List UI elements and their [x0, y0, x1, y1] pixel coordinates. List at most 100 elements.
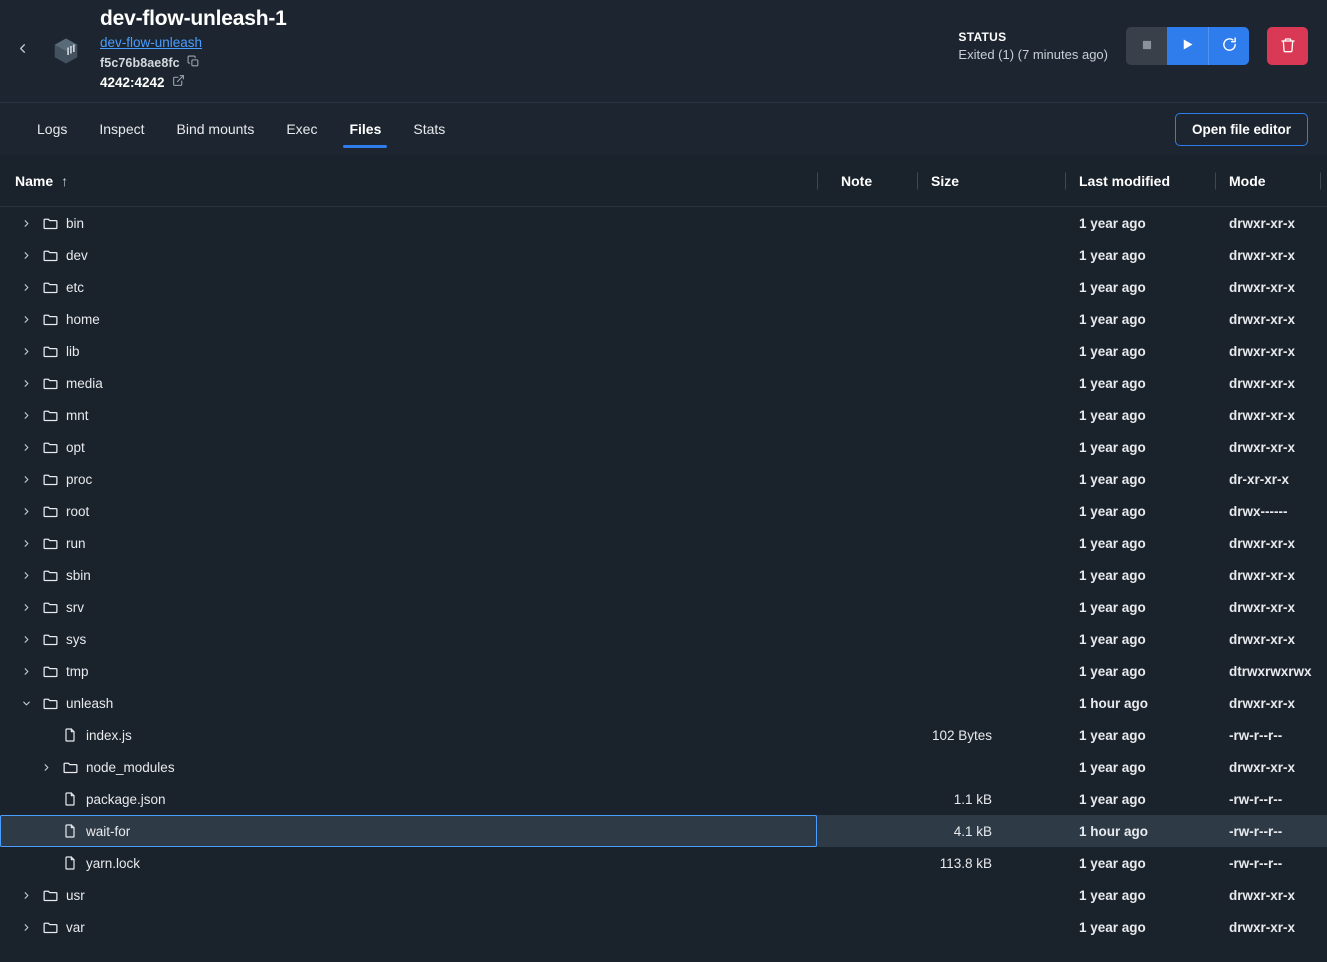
column-header-size[interactable]: Size — [917, 155, 1065, 207]
table-row[interactable]: var 1 year ago drwxr-xr-x — [0, 911, 1327, 943]
table-row[interactable]: home 1 year ago drwxr-xr-x — [0, 303, 1327, 335]
column-header-last-modified[interactable]: Last modified — [1065, 155, 1215, 207]
cell-name[interactable]: yarn.lock — [0, 847, 817, 879]
table-row[interactable]: srv 1 year ago drwxr-xr-x — [0, 591, 1327, 623]
column-header-mode[interactable]: Mode — [1215, 155, 1320, 207]
name-inner: home — [4, 303, 100, 335]
cell-name[interactable]: index.js — [0, 719, 817, 751]
chevron-right-icon[interactable] — [15, 474, 37, 485]
table-row[interactable]: index.js 102 Bytes 1 year ago -rw-r--r-- — [0, 719, 1327, 751]
open-file-editor-button[interactable]: Open file editor — [1174, 112, 1308, 146]
table-row[interactable]: mnt 1 year ago drwxr-xr-x — [0, 399, 1327, 431]
chevron-right-icon[interactable] — [15, 346, 37, 357]
chevron-right-icon[interactable] — [15, 282, 37, 293]
table-row[interactable]: run 1 year ago drwxr-xr-x — [0, 527, 1327, 559]
table-row[interactable]: etc 1 year ago drwxr-xr-x — [0, 271, 1327, 303]
cell-name[interactable]: node_modules — [0, 751, 817, 783]
tab-files[interactable]: Files — [333, 103, 397, 155]
table-row[interactable]: sys 1 year ago drwxr-xr-x — [0, 623, 1327, 655]
chevron-right-icon[interactable] — [15, 602, 37, 613]
column-header-name[interactable]: Name ↑ — [0, 155, 817, 207]
tab-bind-mounts[interactable]: Bind mounts — [161, 103, 271, 155]
copy-id-button[interactable] — [187, 55, 200, 71]
chevron-right-icon[interactable] — [15, 442, 37, 453]
cell-last-modified: 1 year ago — [1079, 663, 1146, 679]
table-row[interactable]: dev 1 year ago drwxr-xr-x — [0, 239, 1327, 271]
table-row[interactable]: wait-for 4.1 kB 1 hour ago -rw-r--r-- — [0, 815, 1327, 847]
cell-name[interactable]: srv — [0, 591, 817, 623]
cell-name[interactable]: opt — [0, 431, 817, 463]
open-port-button[interactable] — [172, 74, 185, 90]
back-button[interactable] — [0, 0, 44, 102]
table-row[interactable]: bin 1 year ago drwxr-xr-x — [0, 207, 1327, 239]
tab-stats[interactable]: Stats — [397, 103, 461, 155]
chevron-right-icon[interactable] — [15, 570, 37, 581]
stop-button[interactable] — [1126, 27, 1167, 65]
delete-button[interactable] — [1267, 27, 1308, 65]
column-header-note[interactable]: Note — [817, 155, 917, 207]
cell-name[interactable]: mnt — [0, 399, 817, 431]
cell-name[interactable]: run — [0, 527, 817, 559]
folder-icon — [37, 887, 63, 904]
chevron-right-icon[interactable] — [15, 218, 37, 229]
cell-mode: drwxr-xr-x — [1229, 759, 1296, 775]
chevron-right-icon[interactable] — [35, 762, 57, 773]
cell-name[interactable]: etc — [0, 271, 817, 303]
cell-name[interactable]: sys — [0, 623, 817, 655]
status-label: STATUS — [958, 29, 1007, 44]
entry-name: media — [66, 375, 103, 391]
cell-name[interactable]: media — [0, 367, 817, 399]
cell-name[interactable]: bin — [0, 207, 817, 239]
cell-name[interactable]: root — [0, 495, 817, 527]
cell-name[interactable]: var — [0, 911, 817, 943]
container-id: f5c76b8ae8fc — [100, 56, 180, 70]
table-row[interactable]: unleash 1 hour ago drwxr-xr-x — [0, 687, 1327, 719]
cell-name[interactable]: wait-for — [0, 815, 817, 847]
table-row[interactable]: yarn.lock 113.8 kB 1 year ago -rw-r--r-- — [0, 847, 1327, 879]
name-inner: node_modules — [4, 751, 175, 783]
name-inner: index.js — [4, 719, 132, 751]
chevron-right-icon[interactable] — [15, 634, 37, 645]
chevron-right-icon[interactable] — [15, 314, 37, 325]
cell-name[interactable]: sbin — [0, 559, 817, 591]
table-row[interactable]: usr 1 year ago drwxr-xr-x — [0, 879, 1327, 911]
cell-name[interactable]: tmp — [0, 655, 817, 687]
table-row[interactable]: node_modules 1 year ago drwxr-xr-x — [0, 751, 1327, 783]
restart-button[interactable] — [1208, 27, 1249, 65]
table-row[interactable]: sbin 1 year ago drwxr-xr-x — [0, 559, 1327, 591]
chevron-right-icon[interactable] — [15, 538, 37, 549]
cell-name[interactable]: lib — [0, 335, 817, 367]
table-row[interactable]: opt 1 year ago drwxr-xr-x — [0, 431, 1327, 463]
chevron-down-icon[interactable] — [15, 698, 37, 709]
chevron-right-icon[interactable] — [15, 922, 37, 933]
cell-name[interactable]: home — [0, 303, 817, 335]
cell-name[interactable]: usr — [0, 879, 817, 911]
chevron-right-icon[interactable] — [15, 890, 37, 901]
tab-exec[interactable]: Exec — [270, 103, 333, 155]
table-row[interactable]: media 1 year ago drwxr-xr-x — [0, 367, 1327, 399]
cell-mode: drwxr-xr-x — [1229, 279, 1296, 295]
entry-name: root — [66, 503, 90, 519]
tab-logs[interactable]: Logs — [21, 103, 83, 155]
name-inner: unleash — [4, 687, 113, 719]
entry-name: bin — [66, 215, 85, 231]
chevron-right-icon[interactable] — [15, 410, 37, 421]
table-row[interactable]: tmp 1 year ago dtrwxrwxrwx — [0, 655, 1327, 687]
cell-name[interactable]: package.json — [0, 783, 817, 815]
chevron-right-icon[interactable] — [15, 250, 37, 261]
cell-name[interactable]: proc — [0, 463, 817, 495]
cell-name[interactable]: unleash — [0, 687, 817, 719]
start-button[interactable] — [1167, 27, 1208, 65]
chevron-right-icon[interactable] — [15, 506, 37, 517]
chevron-right-icon[interactable] — [15, 378, 37, 389]
table-row[interactable]: lib 1 year ago drwxr-xr-x — [0, 335, 1327, 367]
table-row[interactable]: proc 1 year ago dr-xr-xr-x — [0, 463, 1327, 495]
chevron-right-icon[interactable] — [15, 666, 37, 677]
table-row[interactable]: package.json 1.1 kB 1 year ago -rw-r--r-- — [0, 783, 1327, 815]
table-row[interactable]: root 1 year ago drwx------ — [0, 495, 1327, 527]
tab-inspect[interactable]: Inspect — [83, 103, 160, 155]
cell-name[interactable]: dev — [0, 239, 817, 271]
image-link[interactable]: dev-flow-unleash — [100, 33, 202, 53]
stop-square-icon — [1140, 38, 1154, 55]
name-inner: srv — [4, 591, 84, 623]
